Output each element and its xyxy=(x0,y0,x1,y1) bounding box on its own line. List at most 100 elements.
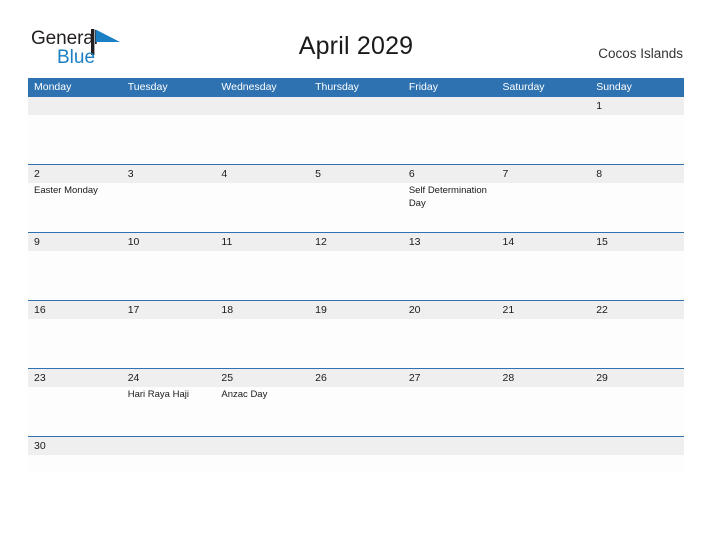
day-event xyxy=(215,319,309,368)
day-number[interactable]: 3 xyxy=(122,165,216,183)
day-number[interactable]: 14 xyxy=(497,233,591,251)
day-number[interactable]: 17 xyxy=(122,301,216,319)
weekday-header-monday: Monday xyxy=(34,81,72,93)
day-number[interactable] xyxy=(215,437,309,455)
day-number[interactable]: 18 xyxy=(215,301,309,319)
day-event xyxy=(122,251,216,300)
day-number[interactable]: 28 xyxy=(497,369,591,387)
day-number[interactable] xyxy=(497,97,591,115)
day-event xyxy=(309,387,403,436)
day-event xyxy=(28,115,122,164)
day-event: Self Determination Day xyxy=(408,185,487,209)
day-number[interactable]: 20 xyxy=(403,301,497,319)
day-event xyxy=(403,115,497,164)
day-number[interactable] xyxy=(122,97,216,115)
day-number[interactable]: 15 xyxy=(590,233,684,251)
day-event: Hari Raya Haji xyxy=(127,389,189,400)
day-event xyxy=(497,387,591,436)
day-event xyxy=(122,183,216,232)
day-number[interactable] xyxy=(590,437,684,455)
day-number[interactable] xyxy=(497,437,591,455)
day-number[interactable] xyxy=(122,437,216,455)
day-event xyxy=(122,115,216,164)
day-event: Easter Monday xyxy=(34,185,98,196)
day-number[interactable]: 10 xyxy=(122,233,216,251)
day-number[interactable]: 16 xyxy=(28,301,122,319)
day-number-band: 30 xyxy=(28,437,684,455)
day-event-band: Easter Monday Self Determination Day xyxy=(28,183,684,232)
weekday-header-tuesday: Tuesday xyxy=(127,81,168,93)
day-number[interactable]: 26 xyxy=(309,369,403,387)
day-number-band: 1 xyxy=(28,97,684,115)
day-number[interactable]: 9 xyxy=(28,233,122,251)
day-number[interactable] xyxy=(309,437,403,455)
calendar-week-row: 23 24 25 26 27 28 29 Hari Raya Haji Anza… xyxy=(28,368,684,436)
day-number[interactable]: 27 xyxy=(403,369,497,387)
day-number[interactable]: 2 xyxy=(28,165,122,183)
day-event xyxy=(403,319,497,368)
day-number[interactable]: 6 xyxy=(403,165,497,183)
day-event-band xyxy=(28,251,684,300)
day-number[interactable]: 13 xyxy=(403,233,497,251)
day-number[interactable]: 29 xyxy=(590,369,684,387)
day-event xyxy=(122,319,216,368)
weekday-header-row: Monday Tuesday Wednesday Thursday Friday… xyxy=(28,78,684,96)
day-event xyxy=(215,115,309,164)
day-number[interactable]: 19 xyxy=(309,301,403,319)
day-number[interactable]: 7 xyxy=(497,165,591,183)
weekday-header-sunday: Sunday xyxy=(596,81,632,93)
day-event xyxy=(309,183,403,232)
day-number-band: 16 17 18 19 20 21 22 xyxy=(28,301,684,319)
day-number[interactable] xyxy=(28,97,122,115)
day-event xyxy=(497,183,591,232)
day-number-band: 2 3 4 5 6 7 8 xyxy=(28,165,684,183)
day-event xyxy=(590,183,684,232)
day-event xyxy=(590,387,684,436)
day-event xyxy=(28,251,122,300)
day-number[interactable]: 5 xyxy=(309,165,403,183)
day-event xyxy=(28,319,122,368)
region-label: Cocos Islands xyxy=(598,46,683,61)
day-number[interactable]: 8 xyxy=(590,165,684,183)
weekday-header-saturday: Saturday xyxy=(502,81,545,93)
day-event xyxy=(403,251,497,300)
day-number[interactable]: 21 xyxy=(497,301,591,319)
day-event xyxy=(403,387,497,436)
day-number[interactable] xyxy=(403,97,497,115)
day-event xyxy=(497,115,591,164)
day-number[interactable]: 24 xyxy=(122,369,216,387)
calendar-grid: Monday Tuesday Wednesday Thursday Friday… xyxy=(28,78,684,473)
day-number[interactable]: 25 xyxy=(215,369,309,387)
day-event xyxy=(309,115,403,164)
day-event xyxy=(590,115,684,164)
day-event xyxy=(215,251,309,300)
calendar-week-row: 16 17 18 19 20 21 22 xyxy=(28,300,684,368)
calendar-week-row: 9 10 11 12 13 14 15 xyxy=(28,232,684,300)
day-number[interactable] xyxy=(215,97,309,115)
day-event xyxy=(497,251,591,300)
day-number[interactable]: 23 xyxy=(28,369,122,387)
day-event xyxy=(497,319,591,368)
calendar-week-row: 1 xyxy=(28,96,684,164)
day-number-band: 23 24 25 26 27 28 29 xyxy=(28,369,684,387)
day-event xyxy=(590,455,684,473)
day-number[interactable] xyxy=(309,97,403,115)
day-number[interactable]: 4 xyxy=(215,165,309,183)
day-number[interactable]: 1 xyxy=(590,97,684,115)
day-number[interactable]: 22 xyxy=(590,301,684,319)
calendar-week-row: 2 3 4 5 6 7 8 Easter Monday Self Determi… xyxy=(28,164,684,232)
day-event xyxy=(497,455,591,473)
weekday-header-friday: Friday xyxy=(408,81,438,93)
day-event xyxy=(122,455,216,473)
day-number[interactable]: 11 xyxy=(215,233,309,251)
day-number[interactable]: 12 xyxy=(309,233,403,251)
day-event xyxy=(215,183,309,232)
calendar-page: General Blue April 2029 Cocos Islands Mo… xyxy=(0,0,712,550)
day-number[interactable] xyxy=(403,437,497,455)
day-event-band xyxy=(28,319,684,368)
day-event xyxy=(403,455,497,473)
day-number[interactable]: 30 xyxy=(28,437,122,455)
day-event-band xyxy=(28,455,684,473)
day-number-band: 9 10 11 12 13 14 15 xyxy=(28,233,684,251)
day-event xyxy=(215,455,309,473)
